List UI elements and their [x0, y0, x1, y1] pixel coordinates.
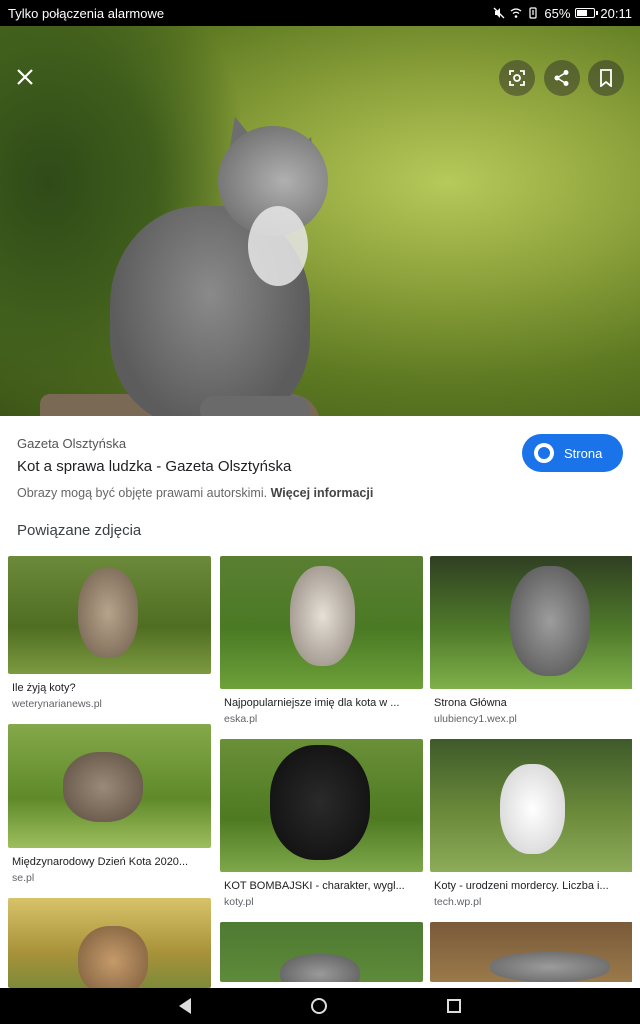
- related-image-card[interactable]: [220, 922, 423, 982]
- card-title[interactable]: Strona Główna: [430, 697, 632, 709]
- battery-saver-icon: [529, 7, 537, 19]
- more-info-link[interactable]: Więcej informacji: [271, 486, 374, 500]
- card-domain: tech.wp.pl: [434, 896, 482, 908]
- related-image-card[interactable]: [430, 922, 632, 982]
- related-thumbnail[interactable]: [220, 922, 423, 982]
- navigation-bar: [0, 988, 640, 1024]
- copyright-text: Obrazy mogą być objęte prawami autorskim…: [17, 486, 268, 500]
- close-icon[interactable]: [10, 62, 40, 92]
- copyright-notice: Obrazy mogą być objęte prawami autorskim…: [17, 486, 373, 500]
- mute-icon: [493, 7, 505, 19]
- bookmark-icon[interactable]: [588, 60, 624, 96]
- related-thumbnail[interactable]: [220, 739, 423, 872]
- related-image-card[interactable]: Koty - urodzeni mordercy. Liczba i... te…: [430, 739, 632, 908]
- related-thumbnail[interactable]: [430, 922, 632, 982]
- lens-icon[interactable]: [499, 60, 535, 96]
- back-icon[interactable]: [179, 998, 191, 1014]
- wifi-icon: [510, 8, 522, 18]
- related-image-card[interactable]: Strona Główna ulubiency1.wex.pl: [430, 556, 632, 725]
- hero-image[interactable]: [0, 26, 640, 416]
- globe-icon: [534, 443, 554, 463]
- share-icon[interactable]: [544, 60, 580, 96]
- source-name[interactable]: Gazeta Olsztyńska: [17, 436, 126, 451]
- card-domain: weterynarianews.pl: [12, 698, 102, 710]
- related-image-card[interactable]: Międzynarodowy Dzień Kota 2020... se.pl: [8, 724, 211, 884]
- related-thumbnail[interactable]: [220, 556, 423, 689]
- related-image-card[interactable]: Ile żyją koty? weterynarianews.pl: [8, 556, 211, 710]
- related-images-grid: Ile żyją koty? weterynarianews.pl Między…: [8, 556, 632, 988]
- card-title[interactable]: Międzynarodowy Dzień Kota 2020...: [8, 856, 211, 868]
- card-title[interactable]: Najpopularniejsze imię dla kota w ...: [220, 697, 423, 709]
- image-title[interactable]: Kot a sprawa ludzka - Gazeta Olsztyńska: [17, 458, 291, 475]
- related-image-card[interactable]: Najpopularniejsze imię dla kota w ... es…: [220, 556, 423, 725]
- related-thumbnail[interactable]: [8, 898, 211, 988]
- visit-label: Strona: [564, 445, 603, 461]
- image-info-panel: Gazeta Olsztyńska Kot a sprawa ludzka - …: [0, 416, 640, 556]
- clock: 20:11: [600, 5, 632, 21]
- card-domain: koty.pl: [224, 896, 254, 908]
- card-title[interactable]: Ile żyją koty?: [8, 682, 211, 694]
- related-image-card[interactable]: KOT BOMBAJSKI - charakter, wygl... koty.…: [220, 739, 423, 908]
- grid-column: Najpopularniejsze imię dla kota w ... es…: [220, 556, 423, 988]
- status-text: Tylko połączenia alarmowe: [8, 5, 165, 21]
- battery-icon: [575, 8, 599, 18]
- recents-icon[interactable]: [447, 999, 461, 1013]
- related-thumbnail[interactable]: [430, 739, 632, 872]
- status-bar: Tylko połączenia alarmowe 65% 20:11: [0, 0, 640, 26]
- card-title[interactable]: Koty - urodzeni mordercy. Liczba i...: [430, 880, 632, 892]
- related-thumbnail[interactable]: [8, 724, 211, 848]
- card-domain: se.pl: [12, 872, 35, 884]
- home-icon[interactable]: [311, 998, 327, 1014]
- related-thumbnail[interactable]: [430, 556, 632, 689]
- card-domain: eska.pl: [224, 713, 258, 725]
- card-domain: ulubiency1.wex.pl: [434, 713, 517, 725]
- battery-percent: 65%: [544, 5, 571, 21]
- related-image-card[interactable]: [8, 898, 211, 988]
- related-thumbnail[interactable]: [8, 556, 211, 674]
- visit-site-button[interactable]: Strona: [522, 434, 623, 472]
- grid-column: Strona Główna ulubiency1.wex.pl Koty - u…: [430, 556, 632, 988]
- card-title[interactable]: KOT BOMBAJSKI - charakter, wygl...: [220, 880, 423, 892]
- grid-column: Ile żyją koty? weterynarianews.pl Między…: [8, 556, 211, 988]
- related-heading: Powiązane zdjęcia: [17, 522, 142, 539]
